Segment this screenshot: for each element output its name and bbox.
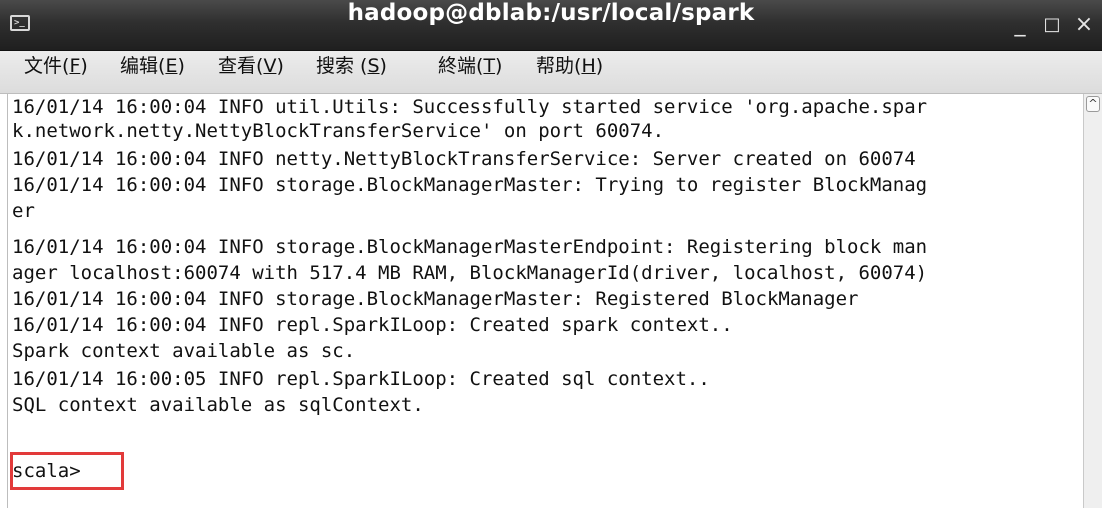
menu-bar: 文件(F) 编辑(E) 查看(V) 搜索 (S) 終端(T) 帮助(H) bbox=[0, 51, 1102, 94]
terminal-line: k.network.netty.NettyBlockTransferServic… bbox=[12, 120, 665, 142]
terminal-line: er bbox=[12, 200, 35, 222]
menu-terminal[interactable]: 終端(T) bbox=[438, 51, 502, 93]
terminal-line: ager localhost:60074 with 517.4 MB RAM, … bbox=[12, 262, 928, 284]
terminal-line: SQL context available as sqlContext. bbox=[12, 394, 424, 416]
window-title: hadoop@dblab:/usr/local/spark bbox=[347, 0, 755, 26]
terminal-line: 16/01/14 16:00:04 INFO netty.NettyBlockT… bbox=[12, 148, 916, 170]
title-bar[interactable]: >_ hadoop@dblab:/usr/local/spark _ □ × bbox=[0, 0, 1102, 51]
minimize-button[interactable]: _ bbox=[1010, 12, 1030, 38]
terminal-line: 16/01/14 16:00:04 INFO repl.SparkILoop: … bbox=[12, 314, 733, 336]
close-button[interactable]: × bbox=[1072, 12, 1096, 38]
terminal-line: 16/01/14 16:00:05 INFO repl.SparkILoop: … bbox=[12, 368, 710, 390]
vertical-scrollbar[interactable]: ^ bbox=[1083, 94, 1102, 508]
terminal-line: 16/01/14 16:00:04 INFO storage.BlockMana… bbox=[12, 288, 859, 310]
scroll-up-arrow-icon[interactable]: ^ bbox=[1086, 96, 1100, 112]
terminal-line: 16/01/14 16:00:04 INFO util.Utils: Succe… bbox=[12, 96, 928, 118]
maximize-button[interactable]: □ bbox=[1042, 12, 1062, 38]
menu-view[interactable]: 查看(V) bbox=[218, 51, 284, 93]
prompt-highlight-box bbox=[10, 452, 124, 490]
terminal-line: 16/01/14 16:00:04 INFO storage.BlockMana… bbox=[12, 174, 928, 196]
terminal-line: Spark context available as sc. bbox=[12, 340, 356, 362]
terminal-line: 16/01/14 16:00:04 INFO storage.BlockMana… bbox=[12, 236, 928, 258]
terminal-output[interactable]: 16/01/14 16:00:04 INFO util.Utils: Succe… bbox=[7, 94, 1083, 508]
menu-file[interactable]: 文件(F) bbox=[24, 51, 88, 93]
menu-search[interactable]: 搜索 (S) bbox=[316, 51, 387, 93]
menu-edit[interactable]: 编辑(E) bbox=[120, 51, 185, 93]
terminal-window: >_ hadoop@dblab:/usr/local/spark _ □ × 文… bbox=[0, 0, 1102, 508]
menu-help[interactable]: 帮助(H) bbox=[536, 51, 603, 93]
